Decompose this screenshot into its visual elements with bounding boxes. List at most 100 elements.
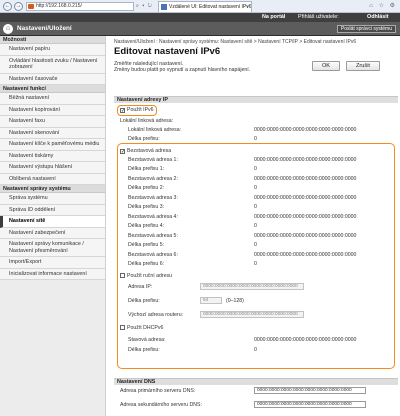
stateless-address-label: Bezstavová adresa 5: (128, 233, 178, 239)
stateless-checkbox[interactable]: ✓ (120, 149, 125, 155)
sidebar-item-memory-key[interactable]: Nastavení klíče k paměťovému médiu (0, 139, 105, 151)
page-description: Změňte následující nastavení. Změny budo… (114, 61, 250, 74)
stateful-address-value: 0000:0000:0000:0000:0000:0000:0000:0000 (254, 337, 357, 343)
portal-link[interactable]: Na portál (262, 14, 285, 20)
main-content: Nastavení/Uložení : Nastavení správy sys… (106, 36, 400, 416)
stateless-address-label: Bezstavová adresa 4: (128, 214, 178, 220)
stateless-prefix-value: 0 (254, 242, 257, 248)
stateless-option: ✓ Bezstavová adresa (120, 148, 172, 155)
settings-header-title: Nastavení/Uložení (17, 25, 72, 32)
stateless-prefix-value: 0 (254, 223, 257, 229)
stateless-prefix-value: 0 (254, 166, 257, 172)
sidebar-item-fax[interactable]: Nastavení faxu (0, 116, 105, 128)
sidebar-item-communication[interactable]: Nastavení správy komunikace / Nastavení … (0, 239, 105, 257)
manual-address-checkbox[interactable] (120, 273, 125, 278)
breadcrumb: Nastavení/Uložení : Nastavení správy sys… (114, 39, 357, 45)
logout-link[interactable]: Odhlásit (367, 14, 389, 20)
settings-header: ⌂ Nastavení/Uložení Poslát správci systé… (0, 22, 400, 36)
section-ip-address: Nastavení adresy IP (114, 96, 398, 103)
section-dns: Nastavení DNS (114, 378, 398, 385)
dhcpv6-option: Použít DHCPv6 (120, 325, 163, 331)
mail-system-manager-button[interactable]: Poslát správci systému (336, 25, 396, 33)
address-bar[interactable]: http://192.168.0.215/ (26, 2, 134, 11)
manual-address-label: Použít ruční adresu (127, 273, 172, 279)
address-tools[interactable]: ⌕ ▾ ↻ (136, 3, 153, 9)
page-title: Editovat nastavení IPv6 (114, 46, 221, 57)
stateless-prefix-label: Délka prefixu 1: (128, 166, 165, 172)
sidebar-item-network[interactable]: Nastavení sítě (0, 216, 105, 228)
browser-toolbar: ← → http://192.168.0.215/ ⌕ ▾ ↻ Vzdálené… (0, 0, 400, 13)
portal-bar: Na portál Přihláš uživatele: Odhlásit (0, 13, 400, 22)
site-icon (28, 4, 34, 9)
dns-primary-input[interactable]: 0000:0000:0000:0000:0000:0000:0000:0000 (254, 387, 366, 394)
link-local-address-value: 0000:0000:0000:0000:0000:0000:0000:0000 (254, 127, 357, 133)
back-button[interactable]: ← (3, 2, 12, 11)
sidebar-item-initialize[interactable]: Inicializovat informace nastavení (0, 268, 105, 280)
sidebar: Možnosti Nastavení papíru Ovládání hlasi… (0, 36, 106, 416)
sidebar-item-paper[interactable]: Nastavení papíru (0, 44, 105, 56)
stateless-address-value: 0000:0000:0000:0000:0000:0000:0000:0000 (254, 214, 357, 220)
sidebar-item-common[interactable]: Běžná nastavení (0, 93, 105, 105)
sidebar-item-copy[interactable]: Nastavení kopírování (0, 104, 105, 116)
router-address-input[interactable]: 0000:0000:0000:0000:0000:0000:0000:0000 (200, 311, 304, 318)
dhcpv6-label: Použít DHCPv6 (127, 325, 164, 331)
use-ipv6-checkbox[interactable]: ✓ (120, 108, 125, 114)
use-ipv6-option: ✓ Použít IPv6 (120, 107, 154, 114)
browser-tools-icons[interactable]: ⌂ ☆ ⚙ (369, 2, 397, 9)
tab-title: Vzdálené UI: Editovat nastavení IPv6 (169, 4, 252, 10)
sidebar-header-system: Nastavení správy systému (0, 185, 105, 193)
sidebar-item-report-output[interactable]: Nastavení výstupu hlášení (0, 162, 105, 174)
sidebar-item-timer[interactable]: Nastavení časovače (0, 73, 105, 85)
stateful-prefix-value: 0 (254, 347, 257, 353)
link-local-address-label: Lokální linková adresa: (128, 127, 182, 133)
tab-favicon (161, 4, 167, 10)
stateless-address-label: Bezstavová adresa 2: (128, 176, 178, 182)
stateless-prefix-label: Délka prefixu 6: (128, 261, 165, 267)
stateful-prefix-label: Délka prefixu: (128, 347, 160, 353)
sidebar-item-import-export[interactable]: Import/Export (0, 257, 105, 269)
stateless-address-value: 0000:0000:0000:0000:0000:0000:0000:0000 (254, 157, 357, 163)
dns-secondary-label: Adresa sekundárního serveru DNS: (120, 402, 202, 408)
stateless-address-value: 0000:0000:0000:0000:0000:0000:0000:0000 (254, 233, 357, 239)
link-local-prefix-value: 0 (254, 136, 257, 142)
home-icon[interactable]: ⌂ (3, 24, 13, 34)
tab-close-icon[interactable]: × (246, 2, 249, 12)
sidebar-item-favorites[interactable]: Oblíbená nastavení (0, 173, 105, 185)
sidebar-item-department-id[interactable]: Správa ID oddělení (0, 204, 105, 216)
dns-primary-label: Adresa primárního serveru DNS: (120, 388, 196, 394)
browser-tab[interactable]: Vzdálené UI: Editovat nastavení IPv6 × (158, 1, 252, 12)
manual-ip-input[interactable]: 0000:0000:0000:0000:0000:0000:0000:0000 (200, 283, 304, 290)
sidebar-item-system-management[interactable]: Správa systému (0, 193, 105, 205)
link-local-prefix-label: Délka prefixu: (128, 136, 160, 142)
manual-address-option: Použít ruční adresu (120, 273, 172, 279)
manual-ip-label: Adresa IP: (128, 284, 153, 290)
stateless-address-value: 0000:0000:0000:0000:0000:0000:0000:0000 (254, 176, 357, 182)
stateless-prefix-value: 0 (254, 261, 257, 267)
stateless-address-label: Bezstavová adresa 3: (128, 195, 178, 201)
description-line: Změny budou platit po vypnutí a zapnutí … (114, 67, 251, 74)
stateless-prefix-label: Délka prefixu 3: (128, 204, 165, 210)
stateful-address-label: Stavová adresa: (128, 337, 166, 343)
sidebar-item-scan[interactable]: Nastavení skenování (0, 127, 105, 139)
user-label: Přihláš uživatele: (298, 14, 339, 20)
stateless-prefix-label: Délka prefixu 5: (128, 242, 165, 248)
dns-secondary-input[interactable]: 0000:0000:0000:0000:0000:0000:0000:0000 (254, 401, 366, 408)
stateless-prefix-value: 0 (254, 185, 257, 191)
dhcpv6-checkbox[interactable] (120, 325, 125, 330)
stateless-prefix-value: 0 (254, 204, 257, 210)
ok-button[interactable]: OK (312, 61, 340, 71)
sidebar-header-function: Nastavení funkcí (0, 85, 105, 93)
forward-button[interactable]: → (14, 2, 23, 11)
link-local-header: Lokální linková adresa: (120, 118, 174, 124)
manual-prefix-input[interactable]: 64 (200, 297, 222, 304)
stateless-prefix-label: Délka prefixu 4: (128, 223, 165, 229)
router-address-label: Výchozí adresa routeru: (128, 312, 184, 318)
cancel-button[interactable]: Zrušit (346, 61, 380, 71)
stateless-label: Bezstavová adresa (127, 148, 172, 154)
use-ipv6-label: Použít IPv6 (127, 107, 154, 113)
stateless-prefix-label: Délka prefixu 2: (128, 185, 165, 191)
sidebar-header-preferences: Možnosti (0, 36, 105, 44)
sidebar-item-volume-display[interactable]: Ovládání hlasitosti zvuku / Nastavení zo… (0, 55, 105, 74)
sidebar-item-printer[interactable]: Nastavení tiskárny (0, 150, 105, 162)
sidebar-item-security[interactable]: Nastavení zabezpečení (0, 227, 105, 239)
